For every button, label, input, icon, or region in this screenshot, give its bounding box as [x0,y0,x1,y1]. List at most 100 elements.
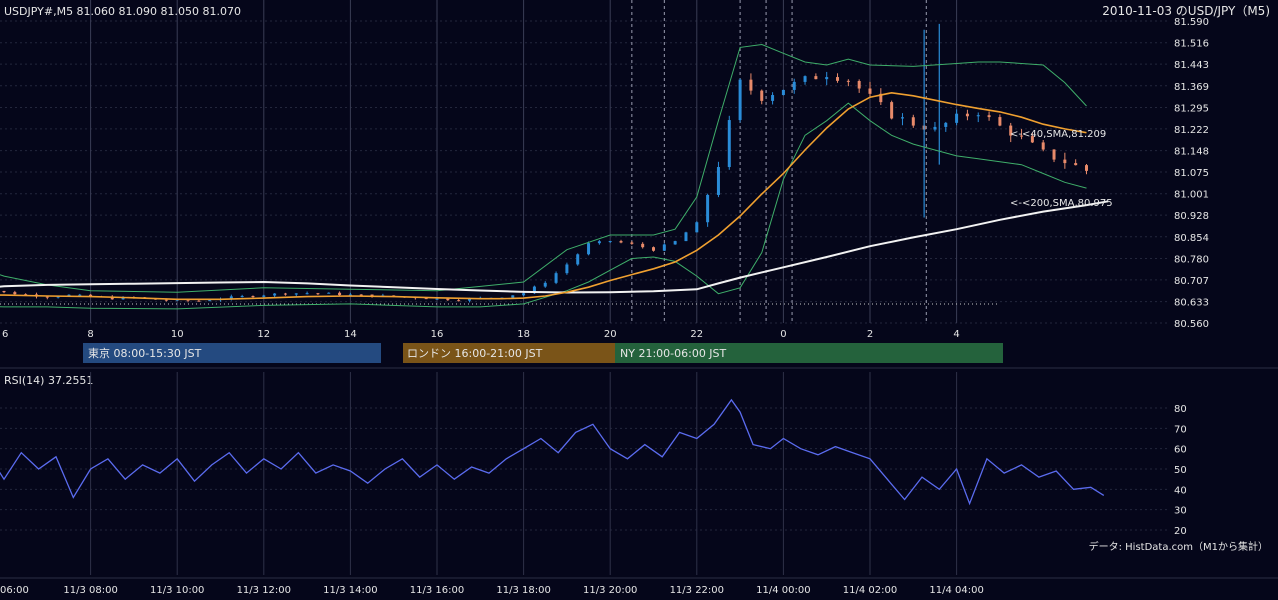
candle-body [727,120,731,168]
candle-body [435,298,439,300]
candle-body [652,247,655,251]
candle-body [240,296,244,298]
candle-body [619,241,623,243]
candle-body [662,244,666,251]
time-tick-label: 06:00 [0,585,29,596]
candle-body [554,273,558,283]
price-tick-label: 81.443 [1174,60,1209,71]
time-tick-label: 11/4 02:00 [843,585,897,596]
rsi-tick-label: 50 [1174,465,1187,476]
price-tick-label: 80.633 [1174,298,1209,309]
price-tick-label: 81.516 [1174,39,1209,50]
price-tick-label: 80.560 [1174,319,1209,330]
hour-tick-label: 0 [780,329,786,340]
hour-tick-label: 12 [257,329,270,340]
rsi-tick-label: 60 [1174,445,1187,456]
candle-body [597,241,601,244]
candle-body [446,298,450,301]
candle-body [814,76,818,80]
candle-body [998,117,1002,126]
time-tick-label: 11/3 22:00 [670,585,724,596]
time-tick-label: 11/3 12:00 [237,585,291,596]
sma40-annotation: <-<40,SMA,81.209 [1010,129,1106,140]
hour-tick-label: 18 [517,329,530,340]
candle-body [1041,142,1045,150]
candle-body [294,293,298,295]
candle-body [565,264,569,274]
price-tick-label: 81.295 [1174,103,1209,114]
candle-body [933,126,937,130]
candle-body [78,294,82,296]
candle-body [630,242,634,244]
candle-body [673,241,677,245]
price-tick-label: 80.928 [1174,211,1209,222]
candle-body [792,81,796,90]
candle-body [836,77,840,81]
candle-body [868,88,872,94]
hour-tick-label: 10 [171,329,184,340]
hour-tick-label: 20 [604,329,617,340]
candle-body [1063,159,1067,164]
candle-body [684,232,688,242]
price-tick-label: 81.001 [1174,190,1209,201]
rsi-title: RSI(14) 37.2551 [4,374,93,387]
symbol-info: USDJPY#,M5 81.060 81.090 81.050 81.070 [4,5,241,18]
candle-body [251,296,255,298]
candle-body [890,102,894,119]
time-tick-label: 11/4 00:00 [756,585,810,596]
candle-body [273,293,277,296]
hour-tick-label: 22 [690,329,703,340]
time-tick-label: 11/3 20:00 [583,585,637,596]
candle-body [716,167,720,195]
candle-body [13,292,17,295]
time-tick-label: 11/3 10:00 [150,585,204,596]
candle-body [781,89,785,96]
sma200-annotation: <-<200,SMA,80.975 [1010,198,1113,209]
candle-body [738,79,742,121]
price-tick-label: 81.369 [1174,82,1209,93]
price-axis-labels: 81.590 81.516 81.443 81.369 81.295 81.222 81.1… [1174,17,1209,330]
price-tick-label: 80.780 [1174,254,1209,265]
candle-body [1074,163,1078,166]
candle-body [846,80,850,82]
candle-body [359,294,363,296]
hour-tick-label: 14 [344,329,357,340]
candle-body [316,293,320,295]
candle-body [543,282,547,287]
candle-body [208,300,212,302]
time-tick-label: 11/3 16:00 [410,585,464,596]
candle-body [197,300,201,302]
candle-body [965,113,969,117]
candle-body [608,241,612,243]
price-tick-label: 81.590 [1174,17,1209,28]
candle-body [944,122,948,127]
candle-body [760,90,764,101]
rsi-tick-label: 80 [1174,404,1187,415]
candle-body [522,293,526,296]
rsi-tick-label: 70 [1174,424,1187,435]
candle-body [695,222,699,233]
candle-body [338,292,342,296]
candle-body [706,194,710,223]
price-tick-label: 81.075 [1174,168,1209,179]
time-tick-label: 11/3 18:00 [496,585,550,596]
candle-body [771,95,775,101]
candle-body [305,293,309,295]
candle-body [283,293,287,295]
rsi-tick-label: 20 [1174,526,1187,537]
london-session-label: ロンドン 16:00-21:00 JST [407,347,543,360]
chart-title: 2010-11-03 のUSD/JPY（M5) [1102,4,1270,18]
candle-body [262,295,266,297]
candle-body [911,117,915,126]
price-tick-label: 80.707 [1174,276,1209,287]
candle-body [976,115,980,117]
candle-body [576,254,580,265]
candle-body [327,292,331,294]
hour-tick-label: 6 [2,329,8,340]
price-tick-label: 80.854 [1174,233,1209,244]
hour-tick-label: 4 [953,329,959,340]
hour-tick-label: 2 [867,329,873,340]
time-tick-label: 11/3 14:00 [323,585,377,596]
candle-body [955,113,959,123]
forex-chart: 81.590 81.516 81.443 81.369 81.295 81.222 81.1… [0,0,1278,600]
